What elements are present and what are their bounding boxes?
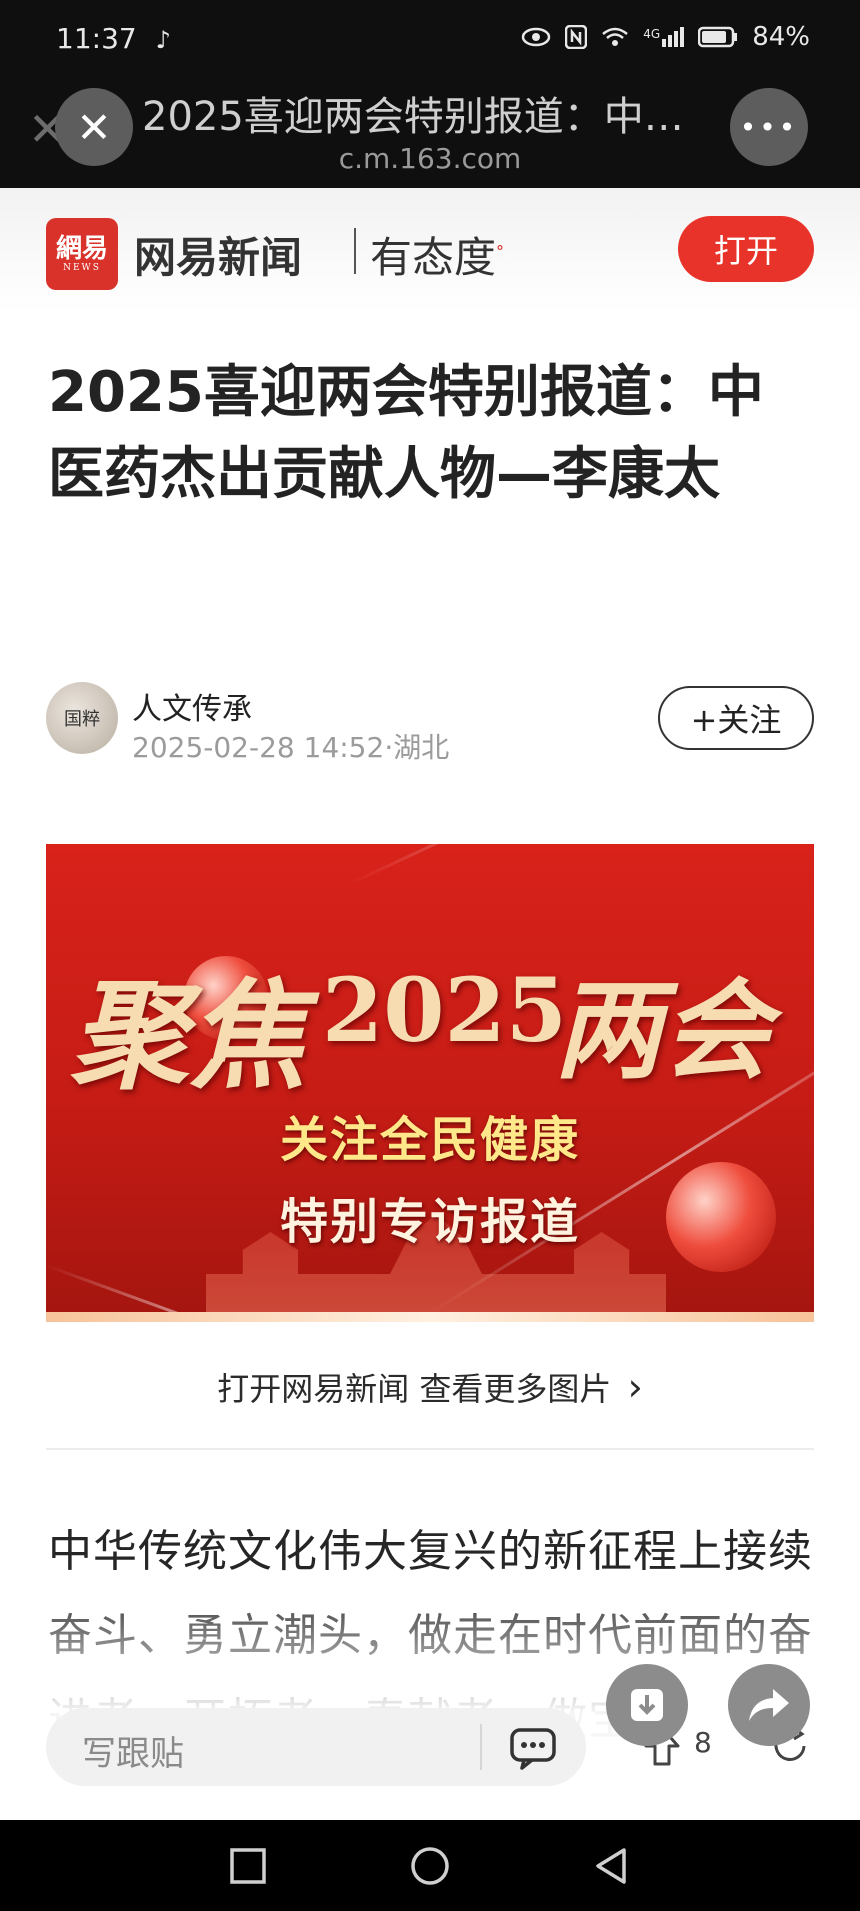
share-arrow-icon bbox=[749, 1689, 789, 1721]
wifi-icon bbox=[602, 27, 629, 46]
4g-signal-icon: 4G bbox=[643, 27, 685, 47]
banner-headline-year: 2025 bbox=[322, 958, 567, 1062]
divider bbox=[46, 1448, 814, 1450]
logo-sub: NEWS bbox=[63, 263, 101, 273]
share-count: 8 bbox=[694, 1726, 712, 1759]
network-type-label: 4G bbox=[643, 27, 661, 41]
article-title: 2025喜迎两会特别报道：中医药杰出贡献人物—李康太 bbox=[48, 360, 764, 507]
eye-icon bbox=[522, 27, 551, 47]
share-button[interactable] bbox=[728, 1664, 810, 1746]
system-nav-bar bbox=[0, 1820, 860, 1911]
status-bar: 11:37 ♪ 4G 84% bbox=[0, 0, 860, 80]
reply-placeholder: 写跟贴 bbox=[82, 1734, 184, 1774]
brand-slogan: 有态度° bbox=[370, 224, 504, 285]
avatar[interactable]: 国粹 bbox=[46, 682, 118, 754]
banner-headline-part: 聚焦 bbox=[70, 966, 307, 1105]
banner-bottom-glow bbox=[46, 1312, 814, 1322]
comment-icon[interactable] bbox=[502, 1716, 564, 1778]
follow-button[interactable]: +关注 bbox=[658, 686, 814, 750]
banner-subtitle: 关注全民健康 bbox=[279, 1112, 580, 1168]
open-app-button[interactable]: 打开 bbox=[678, 216, 814, 282]
author-name[interactable]: 人文传承 bbox=[132, 684, 252, 728]
browser-page-title: 2025喜迎两会特别报道：中… bbox=[142, 94, 684, 140]
reply-input[interactable]: 写跟贴 bbox=[46, 1708, 586, 1786]
brand-divider bbox=[354, 228, 356, 274]
avatar-text: 国粹 bbox=[64, 709, 100, 730]
tiktok-icon: ♪ bbox=[155, 26, 171, 54]
status-time: 11:37 ♪ bbox=[56, 22, 171, 55]
reply-separator bbox=[480, 1724, 482, 1770]
more-pictures-label: 打开网易新闻 查看更多图片 bbox=[217, 1370, 612, 1408]
publish-meta: 2025-02-28 14:52·湖北 bbox=[132, 731, 450, 764]
banner-subtitle: 特别专访报道 bbox=[279, 1194, 580, 1250]
brand-name: 网易新闻 bbox=[134, 233, 303, 282]
netease-logo[interactable]: 網易 NEWS bbox=[46, 218, 118, 290]
browser-url: c.m.163.com bbox=[338, 142, 522, 175]
more-options-button[interactable]: ••• bbox=[730, 88, 808, 166]
banner-ray bbox=[345, 844, 814, 887]
battery-percent: 84% bbox=[752, 22, 810, 52]
browser-bar: ✕ ✕ 2025喜迎两会特别报道：中… c.m.163.com ••• bbox=[0, 80, 860, 188]
battery-icon bbox=[698, 26, 738, 48]
open-app-more-pictures-link[interactable]: 打开网易新闻 查看更多图片 › bbox=[0, 1364, 860, 1410]
banner-headline-part: 两会 bbox=[554, 968, 771, 1094]
slogan-text: 有态度 bbox=[370, 233, 497, 282]
status-icons: 4G 84% bbox=[521, 22, 810, 52]
logo-text: 網易 bbox=[55, 234, 108, 264]
slogan-mark: ° bbox=[496, 242, 505, 261]
app-header: 網易 NEWS 网易新闻 有态度° 打开 bbox=[0, 188, 860, 312]
clock: 11:37 bbox=[56, 22, 137, 55]
article-banner-image[interactable]: 聚焦 2025 两会 关注全民健康 特别专访报道 bbox=[46, 844, 814, 1322]
back-icon[interactable] bbox=[590, 1844, 634, 1888]
home-icon[interactable] bbox=[408, 1844, 452, 1888]
chevron-right-icon: › bbox=[627, 1365, 643, 1409]
download-icon bbox=[631, 1689, 663, 1721]
download-button[interactable] bbox=[606, 1664, 688, 1746]
more-icon: ••• bbox=[739, 110, 799, 144]
nfc-icon bbox=[565, 25, 588, 49]
recents-icon[interactable] bbox=[226, 1844, 270, 1888]
